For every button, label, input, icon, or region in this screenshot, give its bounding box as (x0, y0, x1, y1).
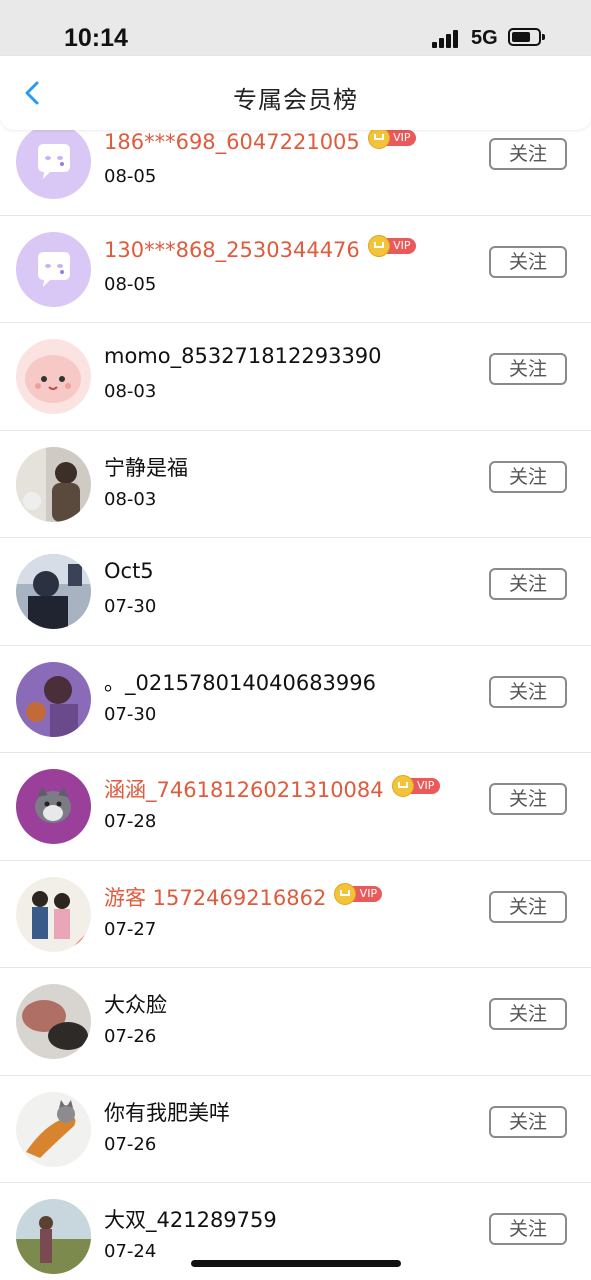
member-name-text: Oct5 (104, 559, 154, 583)
member-name: Oct5 (104, 559, 154, 583)
crown-icon (367, 127, 390, 149)
member-date: 07-26 (104, 1133, 157, 1155)
nav-header: 专属会员榜 (0, 56, 591, 130)
list-item[interactable]: momo_853271812293390 08-03 关注 (0, 323, 591, 431)
crown-icon (367, 234, 390, 257)
follow-button[interactable]: 关注 (489, 568, 567, 600)
member-name-text: momo_853271812293390 (104, 344, 382, 368)
vip-badge: VIP (367, 127, 418, 149)
follow-button[interactable]: 关注 (489, 245, 567, 278)
member-name: 你有我肥美咩 (104, 1097, 230, 1127)
vip-badge: VIP (391, 775, 442, 797)
avatar[interactable] (16, 446, 91, 522)
avatar[interactable] (16, 231, 91, 307)
member-date: 08-03 (104, 381, 157, 402)
member-date: 07-28 (104, 811, 157, 832)
member-name-text: 宁静是福 (104, 455, 188, 480)
follow-button[interactable]: 关注 (489, 890, 567, 923)
member-name-text: 游客 1572469216862 (104, 885, 327, 910)
member-name: 186***698_6047221005 VIP (104, 127, 418, 154)
list-item[interactable]: 。_021578014040683996 07-30 关注 (0, 646, 591, 753)
member-date: 07-24 (104, 1241, 157, 1262)
network-type: 5G (471, 27, 498, 49)
follow-button[interactable]: 关注 (489, 1213, 567, 1245)
screen: 10:14 5G 专属会员榜 186***698_6047221005 VIP 08… (0, 0, 591, 1280)
member-name-text: 你有我肥美咩 (104, 1100, 230, 1125)
member-name: 宁静是福 (104, 452, 188, 482)
member-name: 涵涵_7461812602131008​4 VIP (104, 774, 442, 804)
avatar[interactable] (16, 1199, 91, 1274)
vip-badge: VIP (334, 882, 384, 905)
status-time: 10:14 (64, 24, 128, 52)
follow-button[interactable]: 关注 (489, 460, 567, 493)
member-name: momo_853271812293390 (104, 344, 382, 368)
member-date: 08-03 (104, 488, 157, 510)
avatar[interactable] (16, 124, 91, 199)
member-name-text: 大众脸 (104, 993, 167, 1017)
list-item[interactable]: 游客 1572469216862 VIP 07-27 关注 (0, 861, 591, 968)
follow-button[interactable]: 关注 (489, 675, 567, 708)
member-date: 07-30 (104, 703, 157, 725)
member-date: 08-05 (104, 166, 157, 187)
member-name: 130***868_2530344476 VIP (104, 234, 418, 262)
list-item[interactable]: 大众脸 07-26 关注 (0, 968, 591, 1076)
signal-icon (432, 30, 462, 48)
follow-button[interactable]: 关注 (489, 138, 567, 170)
member-name-text: 。_021578014040683996 (104, 670, 376, 695)
follow-button[interactable]: 关注 (489, 1105, 567, 1138)
page-title: 专属会员榜 (233, 86, 358, 114)
list-item[interactable]: Oct5 07-30 关注 (0, 538, 591, 646)
member-name: 大众脸 (104, 989, 167, 1019)
avatar[interactable] (16, 984, 91, 1059)
home-indicator[interactable] (191, 1260, 401, 1267)
member-date: 08-05 (104, 273, 157, 295)
member-date: 07-27 (104, 918, 157, 940)
vip-badge: VIP (367, 234, 418, 257)
list-item[interactable]: 宁静是福 08-03 关注 (0, 431, 591, 538)
member-name: 大双_421289759 (104, 1204, 277, 1234)
follow-button[interactable]: 关注 (489, 353, 567, 385)
member-name-text: 186***698_6047221005 (104, 130, 360, 154)
member-name: 。_021578014040683996 (104, 667, 376, 697)
member-date: 07-26 (104, 1026, 157, 1047)
list-item[interactable]: 涵涵_7461812602131008​4 VIP 07-28 关注 (0, 753, 591, 861)
avatar[interactable] (16, 876, 91, 952)
battery-icon (508, 28, 545, 46)
avatar[interactable] (16, 769, 91, 844)
crown-icon (391, 775, 414, 797)
member-name-text: 涵涵_7461812602131008​4 (104, 778, 384, 802)
avatar[interactable] (16, 661, 91, 737)
member-name-text: 130***868_2530344476 (104, 237, 360, 262)
list-item[interactable]: 你有我肥美咩 07-26 关注 (0, 1076, 591, 1183)
member-list: 186***698_6047221005 VIP 08-05 关注 130***868_… (0, 108, 591, 1280)
member-name: 游客 1572469216862 VIP (104, 882, 384, 912)
list-item[interactable]: 130***868_2530344476 VIP 08-05 关注 (0, 216, 591, 323)
avatar[interactable] (16, 1091, 91, 1167)
status-bar: 10:14 5G (0, 0, 591, 56)
crown-icon (334, 882, 357, 905)
follow-button[interactable]: 关注 (489, 998, 567, 1030)
follow-button[interactable]: 关注 (489, 783, 567, 815)
member-date: 07-30 (104, 596, 157, 617)
avatar[interactable] (16, 554, 91, 629)
avatar[interactable] (16, 339, 91, 414)
member-name-text: 大双_421289759 (104, 1208, 277, 1232)
